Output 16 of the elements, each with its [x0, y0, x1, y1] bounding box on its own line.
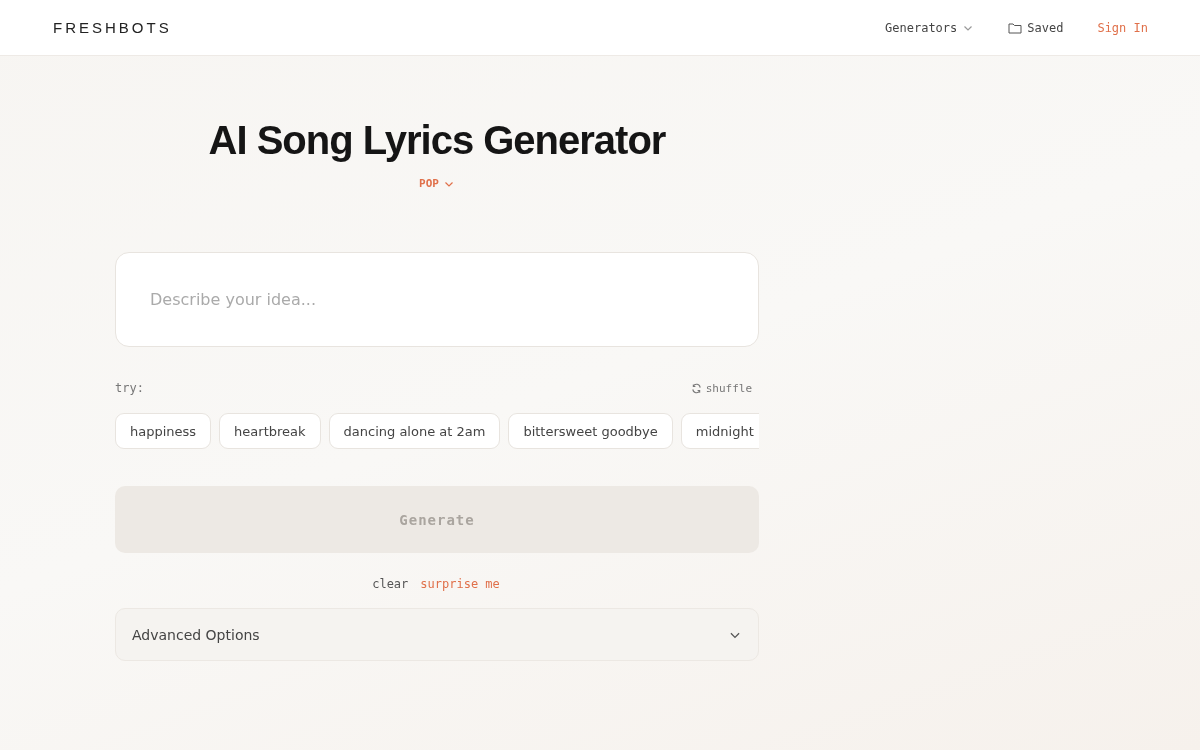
suggestion-chip[interactable]: happiness [115, 413, 212, 449]
refresh-icon [690, 382, 702, 394]
logo[interactable]: FRESHBOTS [53, 19, 172, 36]
idea-field[interactable]: Describe your idea... [115, 252, 759, 347]
action-link[interactable]: clear [372, 577, 409, 591]
folder-icon [1008, 21, 1023, 34]
nav-link[interactable]: Generators [885, 20, 975, 35]
suggestion-chip[interactable]: midnight [680, 413, 759, 449]
page-title: AI Song Lyrics Generator [207, 118, 667, 163]
shuffle-button[interactable]: shuffle [690, 381, 752, 395]
suggestion-chip[interactable]: bittersweet goodbye [508, 413, 673, 449]
advanced-options-toggle[interactable]: Advanced Options [115, 608, 759, 661]
try-label: try: [115, 381, 144, 395]
nav-link[interactable]: Saved [1008, 20, 1064, 35]
suggestion-chip[interactable]: heartbreak [219, 413, 321, 449]
suggestion-chip[interactable]: dancing alone at 2am [328, 413, 501, 449]
